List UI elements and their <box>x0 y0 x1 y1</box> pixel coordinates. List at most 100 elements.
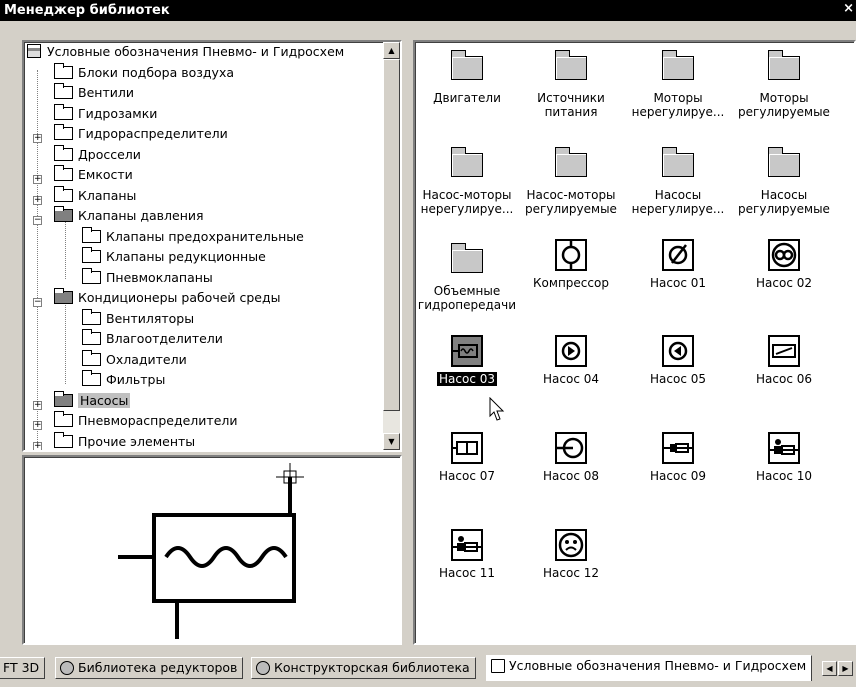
tree-item[interactable]: Клапаны редукционные <box>82 247 266 267</box>
tab-gearbox-library[interactable]: Библиотека редукторов <box>55 657 244 679</box>
expand-icon[interactable]: + <box>33 196 42 205</box>
icon-label: Моторы нерегулируе... <box>631 91 725 119</box>
symbol-item[interactable]: Насос 09 <box>625 432 731 483</box>
icon-label: Насос 01 <box>650 276 706 290</box>
collapse-icon[interactable]: − <box>33 216 42 225</box>
pump-icon <box>662 335 694 367</box>
tree-item[interactable]: Емкости <box>54 165 133 185</box>
symbol-item[interactable]: Насос 08 <box>518 432 624 483</box>
expand-icon[interactable]: + <box>33 421 42 430</box>
tree-guide-line <box>65 219 66 279</box>
tree-item-label: Дроссели <box>78 147 141 162</box>
folder-item[interactable]: Объемные гидропередачи <box>414 243 520 312</box>
folder-open-icon <box>54 206 73 222</box>
tab-design-library[interactable]: Конструкторская библиотека <box>251 657 476 679</box>
tab-scroll-right-button[interactable]: ▶ <box>838 661 853 676</box>
symbol-item-selected[interactable]: Насос 03 <box>414 335 520 387</box>
tree-root[interactable]: Условные обозначения Пневмо- и Гидросхем <box>27 42 344 62</box>
tree-item-label: Гидрозамки <box>78 106 158 121</box>
folder-open-icon <box>54 288 73 304</box>
folder-item[interactable]: Насос-моторы нерегулируе... <box>414 147 520 216</box>
symbol-item[interactable]: Насос 12 <box>518 529 624 580</box>
folder-icon <box>54 432 73 448</box>
tree-item[interactable]: Гидрозамки <box>54 104 157 124</box>
folder-open-icon <box>54 391 73 407</box>
tree-item[interactable]: Кондиционеры рабочей среды <box>54 288 281 308</box>
folder-item[interactable]: Двигатели <box>414 50 520 105</box>
tree-item[interactable]: Фильтры <box>82 370 165 390</box>
folder-item[interactable]: Моторы регулируемые <box>731 50 837 119</box>
icon-label: Насос 04 <box>543 372 599 386</box>
folder-icon <box>82 350 101 366</box>
tree-item-label: Клапаны <box>78 188 137 203</box>
library-icon <box>491 659 505 673</box>
tab-label: Условные обозначения Пневмо- и Гидросхем <box>509 658 807 673</box>
tree-item[interactable]: Клапаны предохранительные <box>82 227 304 247</box>
tab-scroll-left-button[interactable]: ◀ <box>822 661 837 676</box>
tree-item-selected[interactable]: Насосы <box>54 391 131 411</box>
tree-item-label: Влагоотделители <box>106 331 223 346</box>
tree-item[interactable]: Влагоотделители <box>82 329 223 349</box>
icon-label: Насос 12 <box>543 566 599 580</box>
expand-icon[interactable]: + <box>33 401 42 410</box>
scroll-thumb[interactable] <box>383 59 400 411</box>
pump-icon <box>768 432 800 464</box>
tree-item-label: Блоки подбора воздуха <box>78 65 235 80</box>
tree-item-label: Кондиционеры рабочей среды <box>78 290 281 305</box>
tree-item[interactable]: Вентили <box>54 83 134 103</box>
tree-item[interactable]: Охладители <box>82 350 187 370</box>
tree-item[interactable]: Пневмораспределители <box>54 411 238 431</box>
symbol-item[interactable]: Насос 01 <box>625 239 731 290</box>
folder-icon <box>768 50 800 80</box>
close-button[interactable]: × <box>843 1 854 16</box>
symbol-item[interactable]: Насос 11 <box>414 529 520 580</box>
tree-item-label: Клапаны предохранительные <box>106 229 304 244</box>
scroll-down-button[interactable]: ▼ <box>383 433 400 450</box>
folder-item[interactable]: Насосы регулируемые <box>731 147 837 216</box>
tree-item-label: Пневмораспределители <box>78 413 238 428</box>
tree-item-label: Вентиляторы <box>106 311 195 326</box>
scroll-up-button[interactable]: ▲ <box>383 42 400 59</box>
tree-item[interactable]: Вентиляторы <box>82 309 194 329</box>
symbol-item[interactable]: Насос 02 <box>731 239 837 290</box>
icon-grid[interactable]: Двигатели Источники питания Моторы нерег… <box>413 40 856 645</box>
folder-icon <box>82 268 101 284</box>
folder-icon <box>82 370 101 386</box>
symbol-item[interactable]: Компрессор <box>518 239 624 290</box>
folder-item[interactable]: Насос-моторы регулируемые <box>518 147 624 216</box>
symbol-item[interactable]: Насос 06 <box>731 335 837 386</box>
tree-item[interactable]: Блоки подбора воздуха <box>54 63 234 83</box>
folder-item[interactable]: Источники питания <box>518 50 624 119</box>
folder-item[interactable]: Моторы нерегулируе... <box>625 50 731 119</box>
tree-item[interactable]: Дроссели <box>54 145 141 165</box>
folder-icon <box>54 411 73 427</box>
tree-scrollbar[interactable]: ▲ ▼ <box>383 42 400 450</box>
symbol-item[interactable]: Насос 07 <box>414 432 520 483</box>
tree-item[interactable]: Клапаны давления <box>54 206 204 226</box>
tree-item[interactable]: Гидрораспределители <box>54 124 228 144</box>
tree-item[interactable]: Клапаны <box>54 186 136 206</box>
collapse-icon[interactable]: − <box>33 298 42 307</box>
expand-icon[interactable]: + <box>33 175 42 184</box>
symbol-item[interactable]: Насос 10 <box>731 432 837 483</box>
icon-label: Насосы регулируемые <box>738 188 830 216</box>
icon-label: Насос 03 <box>436 371 498 387</box>
icon-label: Насос 11 <box>439 566 495 580</box>
symbol-item[interactable]: Насос 04 <box>518 335 624 386</box>
pump-icon <box>451 335 483 367</box>
tab-ft3d[interactable]: FT 3D <box>0 657 46 679</box>
tree-item[interactable]: Пневмоклапаны <box>82 268 213 288</box>
tree-item[interactable]: Прочие элементы <box>54 432 195 450</box>
library-tree[interactable]: Условные обозначения Пневмо- и Гидросхем… <box>22 40 402 452</box>
expand-icon[interactable]: + <box>33 442 42 450</box>
folder-icon <box>54 124 73 140</box>
tree-guide-line <box>65 302 66 384</box>
tree-item-label: Емкости <box>78 167 133 182</box>
folder-item[interactable]: Насосы нерегулируе... <box>625 147 731 216</box>
folder-icon <box>54 165 73 181</box>
tab-pneumo-hydro[interactable]: Условные обозначения Пневмо- и Гидросхем <box>486 655 813 681</box>
icon-label: Насос 05 <box>650 372 706 386</box>
expand-icon[interactable]: + <box>33 134 42 143</box>
symbol-item[interactable]: Насос 05 <box>625 335 731 386</box>
icon-label: Насосы нерегулируе... <box>631 188 725 216</box>
